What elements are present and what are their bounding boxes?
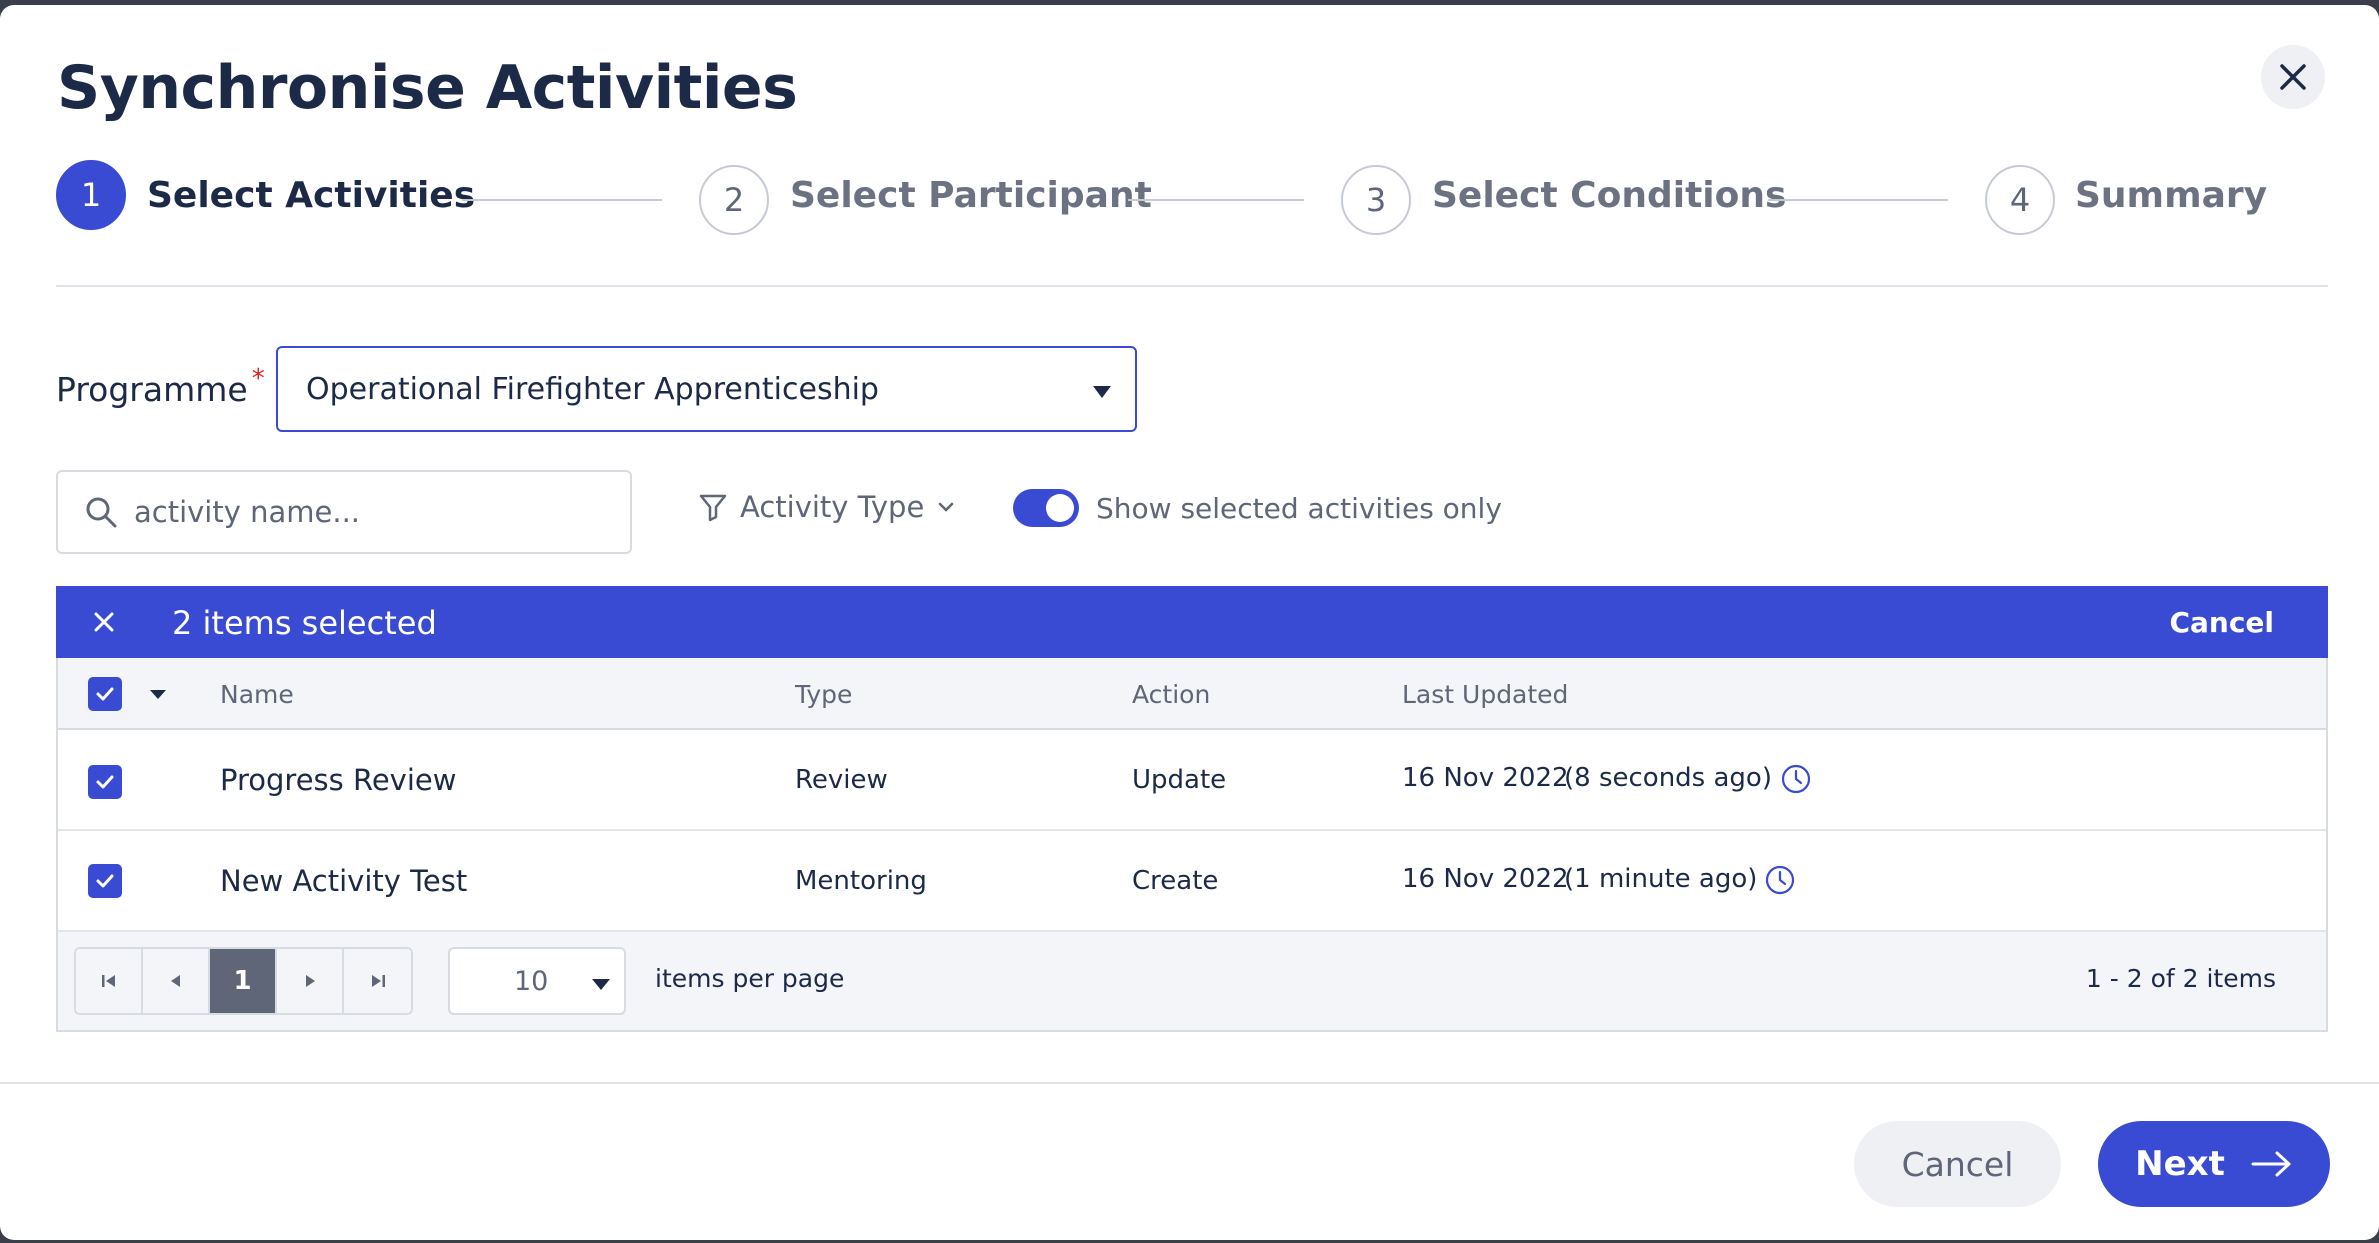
checkmark-icon [96, 775, 114, 789]
activities-grid: Name Type Action Last Updated Progress R… [56, 658, 2328, 1032]
arrow-right-icon [2251, 1151, 2291, 1177]
step-1-circle[interactable]: 1 [56, 160, 126, 230]
chevron-down-icon [592, 979, 610, 990]
first-page-button[interactable] [76, 949, 143, 1013]
grid-header: Name Type Action Last Updated [58, 658, 2326, 730]
activity-type-filter[interactable]: Activity Type [698, 490, 956, 524]
page-button-current[interactable]: 1 [210, 949, 277, 1013]
last-page-icon [371, 975, 385, 987]
step-connector [1128, 199, 1304, 201]
activity-type: Review [795, 765, 888, 795]
step-1-label[interactable]: Select Activities [147, 175, 475, 216]
pager-buttons: 1 [74, 947, 413, 1015]
last-page-button[interactable] [344, 949, 411, 1013]
chevron-down-icon [1093, 386, 1111, 398]
clock-icon[interactable] [1780, 763, 1812, 795]
required-marker: * [251, 364, 265, 394]
activity-name: New Activity Test [220, 864, 468, 898]
next-page-button[interactable] [277, 949, 344, 1013]
row-checkbox[interactable] [88, 864, 122, 898]
programme-select[interactable]: Operational Firefighter Apprenticeship [276, 346, 1137, 432]
column-header-name[interactable]: Name [220, 680, 294, 709]
activity-name: Progress Review [220, 763, 457, 797]
search-box[interactable] [56, 470, 632, 554]
programme-selected-value: Operational Firefighter Apprenticeship [306, 371, 879, 407]
next-button[interactable]: Next [2098, 1121, 2330, 1207]
step-connector [1768, 199, 1948, 201]
step-2-label[interactable]: Select Participant [790, 175, 1152, 216]
cancel-button[interactable]: Cancel [1854, 1121, 2061, 1207]
step-4-label[interactable]: Summary [2075, 175, 2267, 216]
clear-selection-button[interactable] [86, 604, 122, 640]
show-selected-label: Show selected activities only [1096, 492, 1502, 525]
close-button[interactable] [2261, 45, 2325, 109]
previous-page-icon [170, 975, 180, 987]
last-updated-relative: (8 seconds ago) [1564, 763, 1772, 793]
pager-info: 1 - 2 of 2 items [2085, 964, 2276, 993]
header-divider [56, 285, 2328, 287]
search-input[interactable] [134, 495, 594, 529]
previous-page-button[interactable] [143, 949, 210, 1013]
programme-label-text: Programme [56, 370, 248, 409]
last-updated-date: 16 Nov 2022 [1402, 864, 1569, 894]
page-size-select[interactable]: 10 [448, 947, 626, 1015]
checkmark-icon [96, 874, 114, 888]
filter-icon [699, 494, 727, 522]
close-icon [2280, 64, 2306, 90]
select-all-checkbox[interactable] [88, 677, 122, 711]
selected-count: 2 items selected [172, 604, 437, 642]
selection-cancel-button[interactable]: Cancel [2169, 606, 2274, 639]
dialog-title: Synchronise Activities [57, 53, 798, 123]
next-button-label: Next [2135, 1144, 2225, 1184]
table-row[interactable]: Progress Review Review Update 16 Nov 202… [58, 730, 2326, 831]
activity-type-label: Activity Type [740, 490, 925, 524]
column-header-action[interactable]: Action [1132, 680, 1210, 709]
table-row[interactable]: New Activity Test Mentoring Create 16 No… [58, 831, 2326, 932]
last-updated-relative: (1 minute ago) [1564, 864, 1758, 894]
grid-pager: 1 10 items per page 1 - 2 of 2 items [58, 932, 2326, 1030]
last-updated-date: 16 Nov 2022 [1402, 763, 1569, 793]
chevron-down-icon [939, 502, 954, 512]
footer-divider [0, 1082, 2379, 1084]
toggle-knob [1046, 494, 1074, 522]
step-connector [462, 199, 662, 201]
checkmark-icon [96, 687, 114, 701]
step-3-circle[interactable]: 3 [1341, 165, 1411, 235]
step-4-circle[interactable]: 4 [1985, 165, 2055, 235]
select-menu-caret-icon[interactable] [150, 690, 166, 699]
first-page-icon [101, 975, 115, 987]
activity-type: Mentoring [795, 866, 927, 896]
synchronise-dialog: Synchronise Activities 1 Select Activiti… [0, 5, 2379, 1240]
column-header-last-updated[interactable]: Last Updated [1402, 680, 1568, 709]
row-checkbox[interactable] [88, 765, 122, 799]
step-2-circle[interactable]: 2 [699, 165, 769, 235]
column-header-type[interactable]: Type [795, 680, 852, 709]
search-icon [86, 497, 117, 528]
activity-action: Update [1132, 765, 1227, 795]
page-size-label: items per page [655, 964, 845, 993]
close-icon [94, 612, 114, 632]
step-3-label[interactable]: Select Conditions [1432, 175, 1786, 216]
next-page-icon [305, 975, 315, 987]
clock-icon[interactable] [1764, 864, 1796, 896]
programme-label: Programme * [56, 364, 265, 409]
page-size-value: 10 [514, 966, 549, 997]
selection-bar: 2 items selected Cancel [56, 586, 2328, 658]
show-selected-toggle[interactable] [1013, 489, 1079, 527]
activity-action: Create [1132, 866, 1219, 896]
